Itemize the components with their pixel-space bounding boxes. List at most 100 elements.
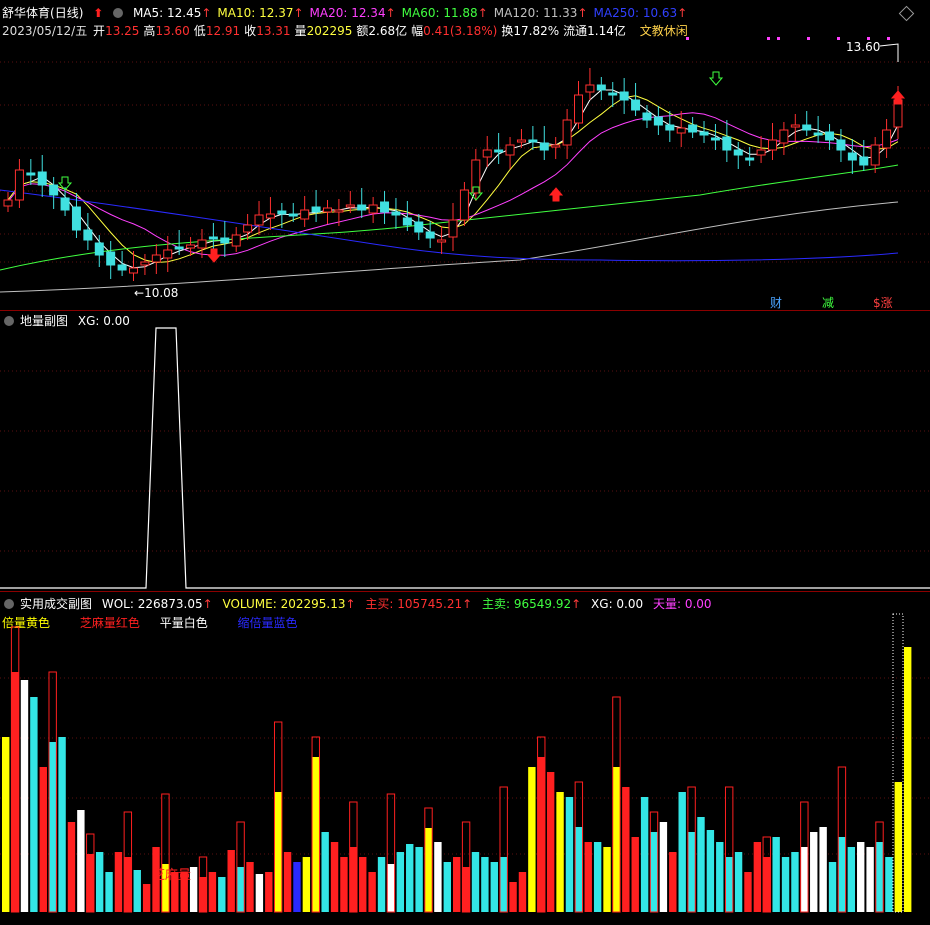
candle-body [334, 209, 344, 213]
volume-bar [274, 792, 282, 912]
volume-bar [744, 872, 752, 912]
candle-body [437, 239, 447, 243]
volume-bar [312, 757, 320, 912]
candle-body [117, 264, 127, 271]
volume-bar [800, 847, 809, 912]
volume-pane[interactable]: 实用成交副图 WOL: 226873.05↑ VOLUME: 202295.13… [0, 592, 930, 925]
volume-bar [471, 852, 480, 912]
candle-body [790, 124, 800, 128]
diliang-chart[interactable] [0, 311, 930, 591]
candle-body [311, 206, 321, 213]
volume-bar [114, 852, 123, 912]
candle-body [300, 209, 310, 220]
signal-dot [686, 37, 689, 40]
candle-body [60, 197, 70, 211]
candle-body [733, 149, 743, 156]
volume-bar [575, 827, 583, 912]
signal-dot [777, 37, 780, 40]
candle-body [37, 171, 47, 186]
candle-body [414, 221, 424, 233]
candle-body [3, 199, 13, 207]
volume-bar [904, 647, 912, 912]
volume-chart[interactable] [0, 592, 930, 925]
candle-body [288, 213, 298, 217]
candle-body [847, 152, 857, 161]
volume-bar [227, 850, 235, 912]
candle-body [345, 204, 355, 208]
volume-bar [612, 767, 621, 912]
price-pane[interactable]: 舒华体育(日线) ⬆ MA5: 12.45↑ MA10: 12.37↑ MA20: … [0, 0, 930, 310]
candle-body [254, 214, 264, 226]
volume-bar [189, 867, 198, 912]
candle-body [825, 131, 835, 141]
candle-body [882, 129, 892, 149]
diliang-pane[interactable]: 地量副图 XG: 0.00 [0, 311, 930, 591]
volume-bar [894, 782, 902, 912]
volume-bar [133, 870, 141, 912]
candle-body [516, 139, 526, 143]
volume-bar [546, 772, 555, 912]
candle-body [494, 149, 504, 153]
candle-body [208, 236, 218, 240]
candle-body [631, 99, 641, 111]
volume-bar [20, 680, 29, 912]
volume-bar [565, 797, 574, 912]
candle-body [699, 131, 709, 136]
candle-body [357, 204, 367, 211]
candle-body [574, 94, 584, 124]
volume-bar [86, 854, 94, 912]
candle-body [802, 124, 812, 131]
high-price-label: 13.60 [846, 40, 881, 54]
candle-body [562, 119, 572, 146]
volume-bar [603, 847, 611, 912]
event-tag-cai[interactable]: 财 [770, 294, 782, 311]
candle-body [836, 139, 846, 151]
candle-body [767, 139, 777, 151]
candle-body [813, 132, 823, 136]
volume-bar [772, 837, 780, 912]
candle-body [368, 204, 378, 214]
candle-body [722, 136, 732, 151]
candle-body [197, 239, 207, 249]
candle-body [106, 251, 116, 266]
candle-body [243, 224, 253, 233]
candlestick-chart[interactable] [0, 0, 930, 310]
ma120-line [0, 201, 899, 293]
volume-bar [340, 857, 348, 912]
volume-bar [406, 844, 414, 912]
candle-body [220, 237, 230, 244]
candle-body [608, 92, 618, 96]
candle-body [676, 127, 686, 134]
volume-bar [857, 842, 865, 912]
candle-body [688, 124, 698, 133]
volume-bar [415, 847, 423, 912]
event-tag-jian[interactable]: 减 [822, 294, 834, 311]
candle-body [186, 244, 196, 249]
candle-body [322, 207, 332, 213]
volume-bar [77, 810, 85, 912]
candle-body [756, 149, 766, 156]
volume-bar [218, 877, 226, 912]
volume-bar [95, 852, 104, 912]
volume-bar [265, 872, 273, 912]
candle-body [642, 112, 652, 121]
candle-body [151, 254, 161, 263]
volume-bar [584, 842, 592, 912]
candle-body [779, 129, 789, 144]
diliang-signal-line [0, 327, 930, 589]
candle-body [870, 144, 880, 166]
candle-body [859, 156, 869, 166]
event-tag-zhang-label: 涨 [880, 296, 893, 310]
candle-body [585, 84, 595, 93]
volume-bar [105, 872, 113, 912]
ma60-line [0, 164, 899, 271]
sell-signal-icon [206, 248, 222, 263]
volume-bar [368, 872, 376, 912]
volume-bar [481, 857, 489, 912]
volume-bar [725, 857, 733, 912]
buy-signal-icon [708, 71, 724, 86]
event-tag-zhang[interactable]: $涨 [873, 294, 893, 311]
candle-body [448, 219, 458, 238]
volume-bar [828, 862, 837, 912]
low-price-value: 10.08 [144, 286, 179, 300]
